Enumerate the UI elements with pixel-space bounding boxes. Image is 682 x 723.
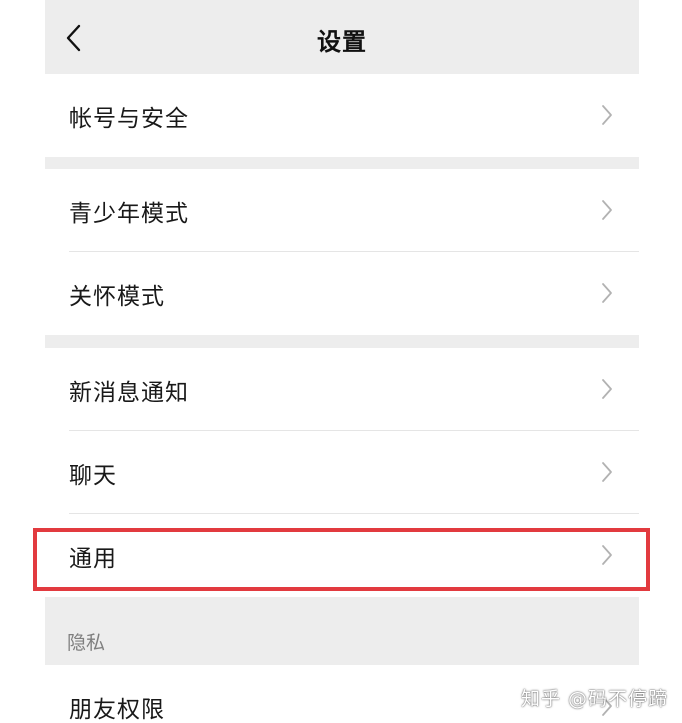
settings-item-account-security[interactable]: 帐号与安全 [45, 74, 639, 157]
settings-item-label: 青少年模式 [69, 201, 189, 227]
settings-item-label: 关怀模式 [69, 284, 165, 310]
settings-item-chat[interactable]: 聊天 [45, 431, 639, 514]
chevron-right-icon [602, 283, 612, 303]
chevron-right-icon [602, 462, 612, 482]
settings-item-label: 帐号与安全 [69, 106, 189, 132]
settings-group-modes: 青少年模式 关怀模式 [45, 169, 639, 335]
settings-item-label: 聊天 [69, 463, 117, 489]
page-title: 设置 [317, 28, 367, 56]
settings-item-care-mode[interactable]: 关怀模式 [45, 252, 639, 335]
settings-screen: 设置 帐号与安全 青少年模式 关怀模式 新消息通知 聊天 通用 隐私 朋友权限 [45, 0, 639, 723]
section-header-privacy: 隐私 [67, 632, 106, 654]
chevron-right-icon [602, 379, 612, 399]
settings-item-label: 朋友权限 [69, 697, 165, 723]
watermark: 知乎 @码不停蹄 [520, 688, 668, 710]
settings-item-general[interactable]: 通用 [45, 514, 639, 597]
settings-item-teen-mode[interactable]: 青少年模式 [45, 169, 639, 252]
settings-item-notifications[interactable]: 新消息通知 [45, 348, 639, 431]
settings-group-general: 新消息通知 聊天 通用 [45, 348, 639, 597]
chevron-right-icon [602, 105, 612, 125]
settings-item-label: 通用 [69, 546, 117, 572]
chevron-right-icon [602, 545, 612, 565]
settings-item-label: 新消息通知 [69, 380, 189, 406]
settings-group-account: 帐号与安全 [45, 74, 639, 157]
chevron-right-icon [602, 200, 612, 220]
nav-bar: 设置 [45, 0, 639, 74]
